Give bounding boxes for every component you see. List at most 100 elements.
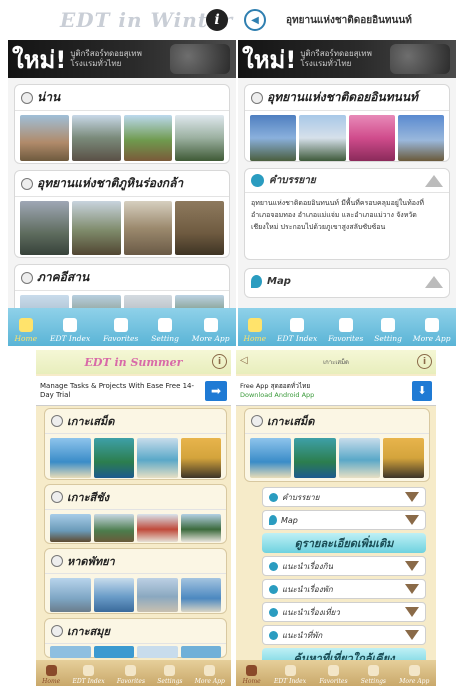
download-icon[interactable]: ⬇ [412,380,432,401]
place-section-sichang[interactable]: เกาะสีชัง [44,484,227,544]
tab-more-app[interactable]: More App [195,665,225,685]
back-button[interactable]: ◀ [244,9,266,31]
more-info-button[interactable]: ดูรายละเอียดเพิ่มเติม [262,533,426,553]
tab-bar: Home EDT Index Favorites Settings More A… [236,660,436,686]
thumbnail[interactable] [294,438,336,478]
back-button[interactable]: ◁ [240,355,248,366]
section-title: หาดพัทยา [67,555,115,568]
travel-icon [269,607,278,617]
tab-home[interactable]: Home [243,318,266,343]
banner-new-label: ใหม่! [12,45,67,74]
info-button[interactable]: i [206,9,228,31]
section-title: เกาะสมุย [67,625,110,638]
more-icon [424,318,439,332]
thumbnail[interactable] [180,578,221,612]
detail-title-bar: ◀ อุทยานแห่งชาติดอยอินทนนท์ [238,0,456,40]
tab-edt-index[interactable]: EDT Index [72,665,105,685]
thumbnail[interactable] [93,578,134,612]
tab-home[interactable]: Home [243,665,261,685]
ad-banner[interactable]: Manage Tasks & Projects With Ease Free 1… [36,376,231,406]
tab-setting[interactable]: Setting [374,318,402,343]
promo-banner[interactable]: ใหม่! บูติกรีสอร์ทดอยสุเทพ โรงแรมทั่วไทย [8,40,236,78]
thumbnail[interactable] [20,201,69,255]
thumbnail[interactable] [175,201,224,255]
thumbnail[interactable] [93,438,134,478]
thumbnail[interactable] [338,438,380,478]
thumbnail[interactable] [50,646,91,658]
thumbnail[interactable] [137,578,178,612]
accommodation-row[interactable]: แนะนำที่พัก [262,625,426,645]
home-icon [45,665,57,676]
collapse-toggle-icon[interactable] [425,174,443,187]
thumbnail[interactable] [348,115,395,161]
tab-settings[interactable]: Settings [361,665,386,685]
section-title: เกาะสีชัง [67,491,110,504]
tab-edt-index[interactable]: EDT Index [274,665,306,685]
section-title: เกาะเสม็ด [267,415,315,428]
promo-banner[interactable]: ใหม่! บูติกรีสอร์ทดอยสุเทพ โรงแรมทั่วไทย [238,40,456,78]
expand-toggle-icon[interactable] [425,275,443,288]
thumbnail[interactable] [20,115,69,161]
thumbnail[interactable] [50,578,91,612]
place-section-phuhin[interactable]: อุทยานแห่งชาติภูหินร่องกล้า [14,170,230,258]
thumbnail[interactable] [137,646,178,658]
speech-bubble-icon [251,174,264,187]
place-icon [51,555,63,567]
thumbnail[interactable] [180,646,221,658]
thumbnail[interactable] [180,438,221,478]
folder-icon [63,318,78,332]
place-icon [21,91,33,104]
tab-home[interactable]: Home [14,318,37,343]
ad-line-1: Free App สุดฮอตทั่วไทย [240,381,311,390]
tab-home[interactable]: Home [42,665,60,685]
banner-image [170,44,230,74]
thumbnail[interactable] [137,438,178,478]
description-label: คำบรรยาย [269,175,316,186]
thumbnail[interactable] [71,115,121,161]
thumbnail[interactable] [123,115,173,161]
stay-row[interactable]: แนะนำเรื่องพัก [262,579,426,599]
tab-favorites[interactable]: Favorites [328,318,363,343]
info-button[interactable]: i [417,354,432,369]
place-section-nan[interactable]: น่าน [14,84,230,164]
tab-more-app[interactable]: More App [192,318,230,343]
tab-settings[interactable]: Settings [157,665,182,685]
place-section-samui[interactable]: เกาะสมุย [44,618,227,658]
thumbnail[interactable] [250,115,297,161]
expand-icon [405,492,419,502]
thumbnail[interactable] [397,115,444,161]
place-icon [251,91,263,104]
thumbnail[interactable] [50,438,91,478]
place-section-samet[interactable]: เกาะเสม็ด [44,408,227,480]
tab-edt-index[interactable]: EDT Index [50,318,90,343]
ad-banner[interactable]: Free App สุดฮอตทั่วไทย Download Android … [236,376,436,406]
travel-row[interactable]: แนะนำเรื่องเที่ยว [262,602,426,622]
map-row[interactable]: Map [262,510,426,530]
map-panel[interactable]: Map [244,268,450,298]
thumbnail[interactable] [180,514,221,542]
folder-icon [290,318,305,332]
thumbnail[interactable] [137,514,178,542]
tab-setting[interactable]: Setting [151,318,179,343]
thumbnail[interactable] [71,201,121,255]
thumbnail[interactable] [123,201,173,255]
tab-edt-index[interactable]: EDT Index [277,318,317,343]
thumbnail[interactable] [93,646,134,658]
description-row[interactable]: คำบรรยาย [262,487,426,507]
thumbnail[interactable] [175,115,224,161]
tab-favorites[interactable]: Favorites [319,665,348,685]
info-button[interactable]: i [212,354,227,369]
thumbnail[interactable] [50,514,91,542]
arrow-right-icon[interactable]: ➡ [205,380,227,401]
food-row[interactable]: แนะนำเรื่องกิน [262,556,426,576]
tab-more-app[interactable]: More App [399,665,429,685]
thumbnail[interactable] [382,438,424,478]
place-section-pattaya[interactable]: หาดพัทยา [44,548,227,614]
thumbnail[interactable] [299,115,346,161]
banner-new-label: ใหม่! [242,45,297,74]
thumbnail[interactable] [93,514,134,542]
tab-more-app[interactable]: More App [413,318,451,343]
tab-favorites[interactable]: Favorites [103,318,138,343]
thumbnail[interactable] [250,438,292,478]
tab-favorites[interactable]: Favorites [117,665,145,685]
